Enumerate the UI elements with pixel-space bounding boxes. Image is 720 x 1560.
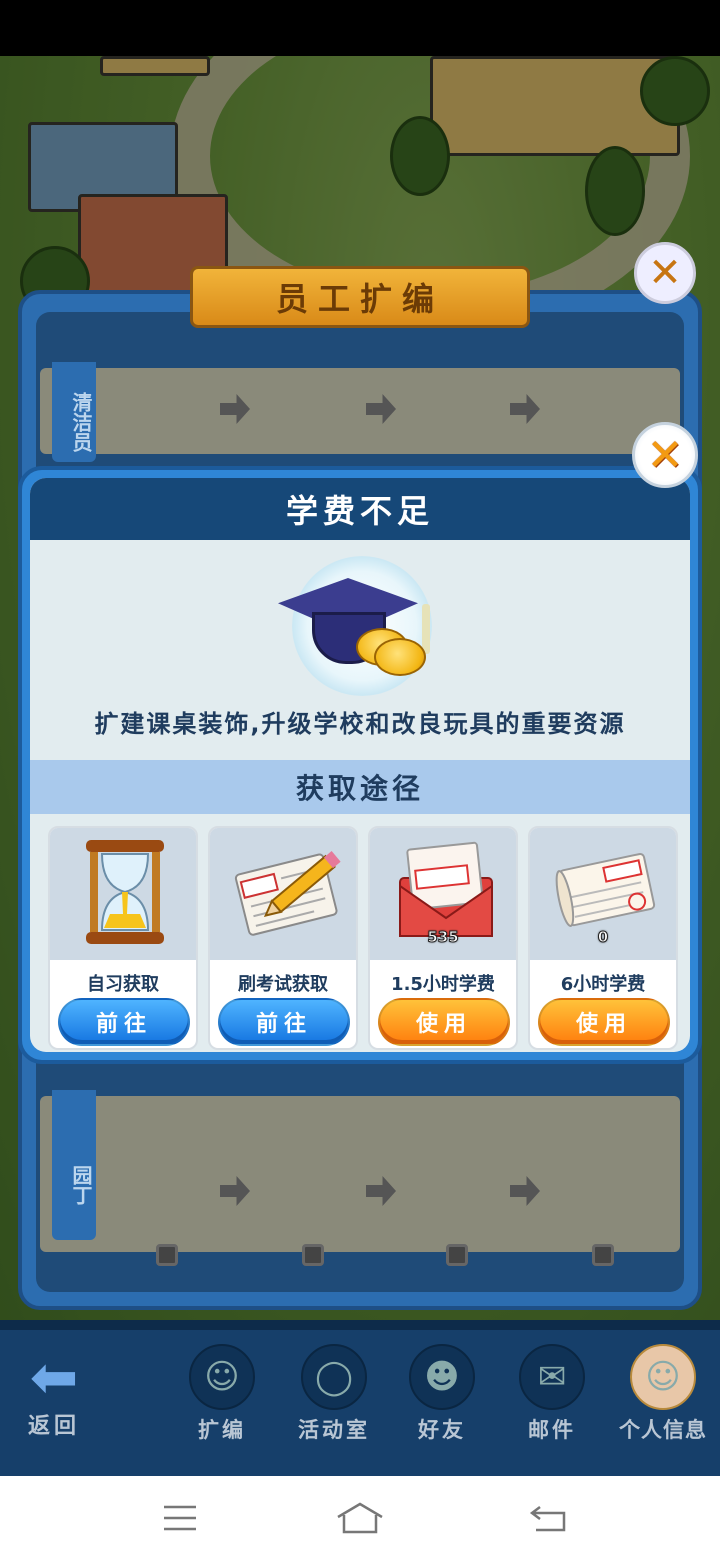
staff-row-gardener: 园丁 — [40, 1090, 680, 1266]
staff-row-cleaner: 清洁员 — [40, 362, 680, 462]
dialog-description: 扩建课桌装饰,升级学校和改良玩具的重要资源 — [94, 710, 626, 738]
nav-expand[interactable]: ☺ 扩编 — [172, 1344, 272, 1444]
back-arrow-icon: ⬅ — [29, 1343, 79, 1411]
mail-icon: ✉ — [519, 1344, 585, 1410]
nav-label: 活动室 — [298, 1418, 370, 1442]
source-card-6h-tuition: 0 6小时学费 使用 — [528, 826, 678, 1050]
use-button[interactable]: 使用 — [538, 998, 670, 1046]
staff-panel-title-ribbon: 员工扩编 — [190, 266, 530, 328]
nav-label: 邮件 — [528, 1418, 576, 1442]
nav-label: 个人信息 — [619, 1418, 707, 1442]
nav-friends[interactable]: ☻ 好友 — [392, 1344, 492, 1444]
arrow-right-icon — [366, 1176, 396, 1206]
source-card-name: 1.5小时学费 — [391, 974, 495, 995]
exam-paper-pencil-icon — [234, 851, 341, 936]
back-label: 返回 — [27, 1414, 80, 1439]
nav-profile[interactable]: ☺ 个人信息 — [608, 1344, 718, 1444]
coin-icon — [374, 638, 426, 676]
source-card-1-5h-tuition: 535 1.5小时学费 使用 — [368, 826, 518, 1050]
lock-icon — [156, 1244, 178, 1266]
nav-label: 扩编 — [198, 1418, 246, 1442]
go-button[interactable]: 前往 — [58, 998, 190, 1046]
source-card-picture — [210, 828, 356, 960]
bottom-nav: ⬅ 返回 ☺ 扩编 ◯ 活动室 ☻ 好友 ✉ 邮件 ☺ 个人信息 — [0, 1320, 720, 1476]
lock-icon — [446, 1244, 468, 1266]
arrow-right-icon — [220, 1176, 250, 1206]
obtain-methods-bar: 获取途径 — [30, 760, 690, 814]
staff-row-tag: 清洁员 — [52, 362, 96, 462]
menu-icon[interactable] — [150, 1498, 210, 1538]
source-card-name: 自习获取 — [87, 974, 159, 995]
insufficient-tuition-dialog: 学费不足 扩建课桌装饰,升级学校和改良玩具的重要资源 获取途径 自习获取 前往 … — [18, 466, 702, 1064]
cap-tassel — [422, 604, 430, 654]
use-button[interactable]: 使用 — [378, 998, 510, 1046]
item-count: 0 — [597, 928, 609, 947]
obtain-methods-title: 获取途径 — [295, 772, 424, 805]
nav-activity-room[interactable]: ◯ 活动室 — [284, 1344, 384, 1444]
item-count: 535 — [427, 928, 459, 947]
close-icon[interactable]: ✕ — [632, 422, 698, 488]
staff-icon: ☺ — [189, 1344, 255, 1410]
system-nav-bar — [0, 1476, 720, 1560]
avatar-icon: ☺ — [630, 1344, 696, 1410]
source-card-exam: 刷考试获取 前往 — [208, 826, 358, 1050]
activity-ring-icon: ◯ — [301, 1344, 367, 1410]
go-button[interactable]: 前往 — [218, 998, 350, 1046]
back-nav-icon[interactable] — [518, 1498, 578, 1538]
source-card-self-study: 自习获取 前往 — [48, 826, 198, 1050]
source-card-name: 6小时学费 — [560, 974, 646, 995]
staff-row-tag: 园丁 — [52, 1090, 96, 1240]
lock-icon — [302, 1244, 324, 1266]
dialog-title-bar: 学费不足 — [30, 478, 690, 540]
nav-label: 好友 — [418, 1418, 466, 1442]
dialog-body: 学费不足 扩建课桌装饰,升级学校和改良玩具的重要资源 获取途径 自习获取 前往 … — [30, 478, 690, 1052]
source-card-name: 刷考试获取 — [238, 974, 328, 995]
staff-panel-title: 员工扩编 — [275, 280, 444, 318]
hourglass-icon — [86, 840, 164, 944]
nav-mail[interactable]: ✉ 邮件 — [502, 1344, 602, 1444]
source-card-picture — [50, 828, 196, 960]
bottom-nav-strip — [0, 1320, 720, 1330]
home-icon[interactable] — [330, 1498, 390, 1538]
status-bar — [0, 0, 720, 56]
arrow-right-icon — [220, 394, 250, 424]
arrow-right-icon — [366, 394, 396, 424]
back-button[interactable]: ⬅ 返回 — [14, 1346, 94, 1440]
lock-icon — [592, 1244, 614, 1266]
arrow-right-icon — [510, 1176, 540, 1206]
staff-panel-close-icon[interactable]: ✕ — [634, 242, 696, 304]
dialog-title: 学费不足 — [285, 492, 434, 530]
friends-icon: ☻ — [409, 1344, 475, 1410]
arrow-right-icon — [510, 394, 540, 424]
